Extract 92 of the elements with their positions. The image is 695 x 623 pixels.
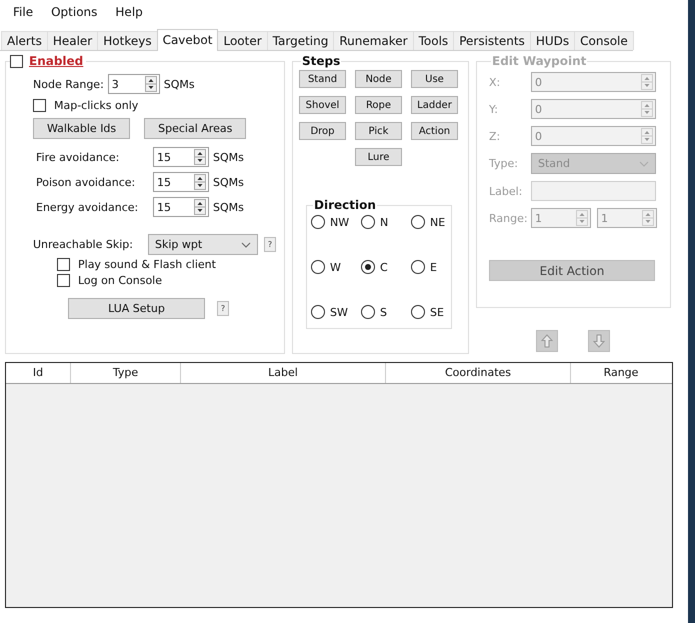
- radio-label: C: [380, 260, 388, 274]
- radio-button[interactable]: [411, 215, 425, 229]
- field-label: X:: [489, 76, 502, 88]
- step-button[interactable]: Ladder: [411, 96, 458, 114]
- radio-label: S: [380, 306, 387, 318]
- radio-label: SE: [430, 306, 444, 318]
- skip-dropdown[interactable]: Skip wpt: [148, 234, 258, 255]
- field-label: Y:: [489, 102, 499, 116]
- step-button[interactable]: Shovel: [299, 96, 346, 114]
- field-label: Energy avoidance:: [36, 200, 140, 214]
- step-button[interactable]: Action: [411, 122, 458, 140]
- up-arrow-icon: [541, 334, 553, 348]
- radio-label: E: [430, 260, 437, 274]
- help-button[interactable]: ?: [217, 301, 229, 316]
- tab[interactable]: Healer: [46, 31, 98, 50]
- number-field[interactable]: 15: [153, 147, 209, 167]
- chevron-icon: [241, 242, 251, 248]
- help-button[interactable]: ?: [264, 237, 276, 252]
- button[interactable]: Special Areas: [144, 118, 246, 139]
- down-arrow-icon: [593, 334, 605, 348]
- column-header[interactable]: Coordinates: [386, 363, 571, 383]
- spinner-icon[interactable]: [144, 76, 157, 92]
- tab[interactable]: Looter: [217, 31, 268, 50]
- spinner-icon[interactable]: [194, 174, 206, 190]
- column-header[interactable]: Id: [6, 363, 71, 383]
- tab[interactable]: Hotkeys: [97, 31, 158, 50]
- radio-button[interactable]: [411, 305, 425, 319]
- number-field[interactable]: 3: [108, 74, 160, 94]
- tab[interactable]: Alerts: [1, 31, 48, 50]
- checkbox-label: Play sound & Flash client: [78, 258, 216, 271]
- number-field[interactable]: 15: [153, 197, 209, 217]
- group-title: Edit Waypoint: [491, 54, 588, 68]
- column-header[interactable]: Type: [71, 363, 181, 383]
- enabled-label[interactable]: Enabled: [29, 54, 84, 68]
- radio-label: SW: [330, 306, 348, 318]
- radio-label: NW: [330, 216, 350, 228]
- checkbox[interactable]: [10, 54, 23, 68]
- tab[interactable]: Persistents: [453, 31, 531, 50]
- group-title: Steps: [301, 54, 342, 68]
- lua-setup-button[interactable]: LUA Setup: [68, 298, 205, 319]
- menu-item[interactable]: Options: [42, 5, 106, 19]
- step-button[interactable]: Node: [355, 70, 402, 88]
- checkbox-label: Map-clicks only: [54, 99, 138, 112]
- menu-item[interactable]: File: [4, 5, 42, 19]
- step-button[interactable]: Use: [411, 70, 458, 88]
- number-field[interactable]: 15: [153, 172, 209, 192]
- unit-label: SQMs: [213, 200, 244, 214]
- step-button[interactable]: Stand: [299, 70, 346, 88]
- radio-button[interactable]: [361, 305, 375, 319]
- step-button[interactable]: Drop: [299, 122, 346, 140]
- field-label: Label:: [489, 184, 524, 198]
- waypoint-table[interactable]: Id Type Label Coordinates Range: [5, 362, 673, 608]
- tab[interactable]: Tools: [412, 31, 454, 50]
- tab[interactable]: Cavebot: [156, 29, 218, 51]
- field-label: Poison avoidance:: [36, 176, 136, 188]
- radio-button[interactable]: [361, 260, 375, 274]
- radio-button[interactable]: [411, 260, 425, 274]
- field-label: Range:: [489, 212, 529, 224]
- column-header[interactable]: Range: [571, 363, 671, 383]
- menu-item[interactable]: Help: [106, 5, 152, 19]
- field-label: Unreachable Skip:: [33, 238, 134, 251]
- radio-button[interactable]: [311, 260, 325, 274]
- step-button[interactable]: Pick: [355, 122, 402, 140]
- radio-button[interactable]: [361, 215, 375, 229]
- radio-button[interactable]: [311, 215, 325, 229]
- checkbox-label: Log on Console: [78, 274, 162, 287]
- radio-label: N: [380, 216, 388, 228]
- checkbox[interactable]: [57, 258, 70, 271]
- tab[interactable]: Runemaker: [333, 31, 414, 50]
- group-title: Direction: [313, 198, 377, 212]
- chevron-icon: [639, 160, 649, 166]
- step-button[interactable]: Rope: [355, 96, 402, 114]
- field-label: Node Range:: [33, 78, 104, 90]
- field-label: Type:: [489, 157, 519, 170]
- radio-button[interactable]: [311, 305, 325, 319]
- spinner-icon[interactable]: [194, 149, 206, 165]
- radio-label: NE: [430, 216, 446, 228]
- tab[interactable]: HUDs: [530, 31, 576, 50]
- button[interactable]: Walkable Ids: [33, 118, 130, 139]
- radio-label: W: [330, 260, 341, 274]
- step-button[interactable]: Lure: [355, 148, 402, 166]
- checkbox[interactable]: [57, 274, 70, 287]
- column-header[interactable]: Label: [181, 363, 386, 383]
- spinner-icon[interactable]: [194, 199, 206, 215]
- field-label: Fire avoidance:: [36, 150, 120, 164]
- unit-label: SQMs: [213, 176, 244, 188]
- checkbox[interactable]: [33, 99, 46, 112]
- tab[interactable]: Console: [574, 31, 634, 50]
- unit-label: SQMs: [213, 150, 244, 164]
- tab[interactable]: Targeting: [266, 31, 334, 50]
- field-label: Z:: [489, 130, 502, 142]
- unit-label: SQMs: [164, 78, 195, 90]
